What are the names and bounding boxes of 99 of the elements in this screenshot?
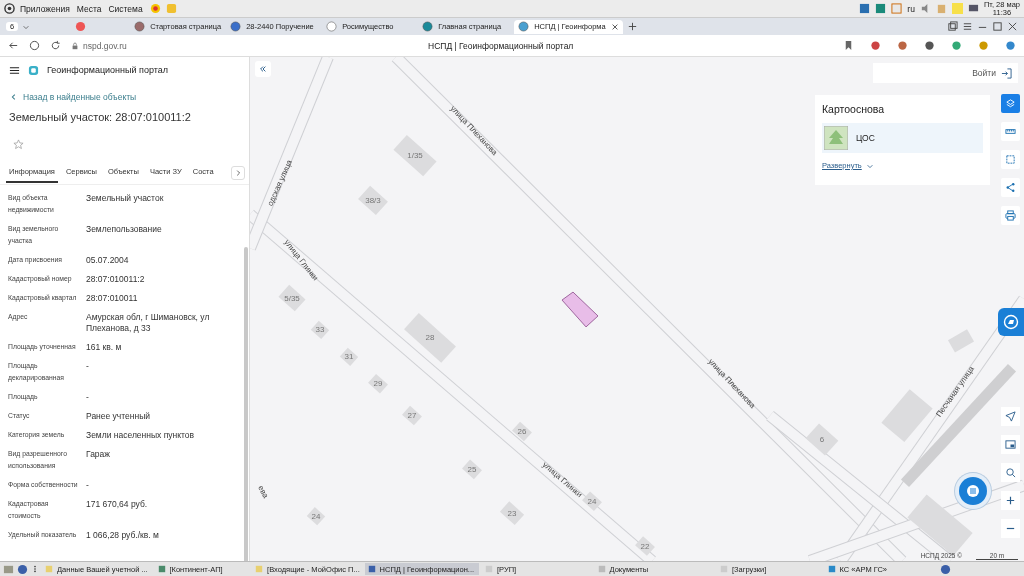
- extension-icon[interactable]: [924, 40, 935, 51]
- window-icon: [597, 565, 606, 573]
- window-icon: [45, 565, 53, 573]
- map-thumbnail-icon: [824, 126, 848, 150]
- window-icon: [255, 565, 264, 573]
- field-value: Земельный участок: [86, 192, 165, 205]
- new-tab-icon[interactable]: [626, 21, 638, 32]
- field-value: 161 кв. м: [86, 341, 123, 353]
- building: [635, 536, 655, 556]
- collapse-panel-button[interactable]: [255, 61, 271, 77]
- print-icon: [1005, 210, 1016, 221]
- field-value: Гараж: [86, 448, 111, 461]
- basemap-option[interactable]: ЦОС: [822, 123, 983, 153]
- double-chevron-left-icon: [259, 65, 267, 73]
- object-title: Земельный участок: 28:07:010011:2: [8, 110, 192, 125]
- window-icon: [485, 565, 494, 573]
- menu-icon[interactable]: [9, 64, 20, 76]
- tabs-icon[interactable]: [947, 21, 958, 32]
- field-value: Землепользование: [86, 223, 163, 236]
- picture-in-picture-icon: [1005, 439, 1016, 450]
- map-tool-button[interactable]: [1001, 178, 1020, 197]
- address-field[interactable]: nspd.gov.ru: [83, 40, 163, 51]
- basemap-title: Картооснова: [822, 103, 886, 115]
- map-tool-button[interactable]: [1001, 206, 1020, 225]
- close-icon[interactable]: [610, 22, 619, 31]
- close-icon[interactable]: [1007, 21, 1018, 32]
- back-link[interactable]: Назад в найденные объекты: [23, 92, 137, 102]
- field-value: 1 066,28 руб./кв. м: [86, 529, 160, 541]
- side-tab-button[interactable]: [998, 308, 1024, 336]
- files-icon[interactable]: [3, 563, 14, 575]
- field-value: 28:07:010011: [86, 292, 139, 304]
- layers-icon: [1005, 98, 1016, 109]
- mail-icon: [74, 21, 86, 32]
- zoom-in-button[interactable]: [1001, 491, 1020, 510]
- tray-icon[interactable]: [891, 3, 903, 14]
- map-tool-button[interactable]: [1001, 150, 1020, 169]
- shield-icon[interactable]: [29, 40, 40, 51]
- extension-icon[interactable]: [897, 40, 908, 51]
- extension-icon[interactable]: [1005, 40, 1016, 51]
- back-icon[interactable]: [8, 40, 19, 51]
- login-icon: [1001, 67, 1012, 79]
- field-value: Ранее учтенный: [86, 410, 152, 422]
- minimap-button[interactable]: [1001, 435, 1020, 454]
- site-icon: [230, 21, 242, 32]
- login-button[interactable]: Войти: [873, 63, 1018, 83]
- selection-icon: [1005, 154, 1016, 165]
- field-value: Амурская обл, г Шимановск, ул Плеханова, д 33: [86, 311, 211, 334]
- site-icon: [134, 21, 146, 32]
- search-icon: [1005, 467, 1016, 478]
- portal-name: Геоинформационный портал: [47, 65, 168, 75]
- tray-icon[interactable]: [859, 3, 871, 14]
- field-value: 171 670,64 руб.: [86, 498, 149, 511]
- scrollbar[interactable]: [244, 247, 248, 561]
- chevron-right-icon: [234, 169, 242, 177]
- field-value: Земли населенных пунктов: [86, 429, 196, 441]
- system-menu[interactable]: Приложения: [20, 3, 70, 14]
- distro-icon[interactable]: [4, 3, 15, 14]
- window-icon: [157, 565, 166, 573]
- window-icon: [827, 565, 836, 573]
- network-icon[interactable]: [967, 3, 979, 14]
- plus-icon: [1005, 495, 1016, 506]
- tray-icon[interactable]: [875, 3, 887, 14]
- search-location-button[interactable]: [1001, 463, 1020, 482]
- extension-icon[interactable]: [870, 40, 881, 51]
- menu-icon[interactable]: [962, 21, 973, 32]
- navigation-arrow-icon: [1005, 411, 1016, 422]
- window-icon: [367, 565, 376, 573]
- more-icon[interactable]: [31, 565, 39, 573]
- field-value: 05.07.2004: [86, 254, 130, 266]
- share-icon: [1005, 182, 1016, 193]
- locate-button[interactable]: [1001, 407, 1020, 426]
- browser-icon[interactable]: [940, 563, 951, 575]
- app-icon[interactable]: [149, 3, 161, 14]
- land-parcel[interactable]: [561, 291, 599, 328]
- chevron-left-icon[interactable]: [10, 93, 18, 101]
- star-icon[interactable]: [13, 139, 24, 150]
- site-icon: [422, 21, 434, 32]
- portal-logo-icon: [28, 64, 39, 76]
- system-menu[interactable]: Система: [108, 3, 143, 14]
- clipboard-icon[interactable]: [935, 3, 947, 14]
- system-menu[interactable]: Места: [76, 3, 102, 14]
- site-icon: [518, 21, 530, 32]
- lock-icon: [71, 41, 79, 50]
- site-icon: [326, 21, 338, 32]
- map-tool-button[interactable]: [1001, 122, 1020, 141]
- keyboard-layout[interactable]: ru: [907, 3, 915, 14]
- building: [582, 491, 602, 511]
- field-value: -: [86, 391, 90, 403]
- field-value: 28:07:010011:2: [86, 273, 146, 285]
- maximize-icon[interactable]: [992, 21, 1003, 32]
- browser-icon[interactable]: [17, 563, 28, 575]
- ruler-icon: [1005, 126, 1016, 137]
- bookmark-icon[interactable]: [843, 40, 854, 51]
- window-icon: [720, 565, 728, 573]
- page-title: НСПД | Геоинформационный портал: [428, 40, 574, 51]
- field-value: -: [86, 360, 90, 373]
- field-value: -: [86, 479, 90, 491]
- map-tool-button[interactable]: [1001, 94, 1020, 113]
- reload-icon[interactable]: [50, 40, 61, 51]
